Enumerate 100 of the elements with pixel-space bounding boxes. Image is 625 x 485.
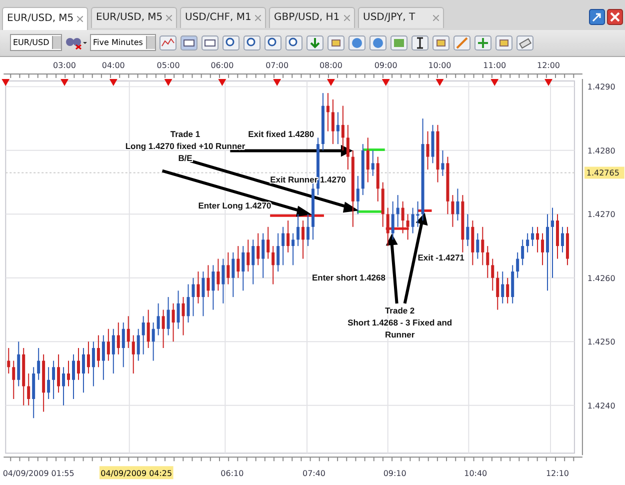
arrow [386, 234, 398, 304]
chart-tab[interactable]: USD/CHF, M1 [180, 6, 266, 28]
window-icon[interactable] [201, 34, 219, 51]
candlestick [37, 347, 40, 380]
candlestick [391, 200, 394, 240]
candlestick [536, 226, 540, 253]
candlestick [476, 232, 480, 260]
candlestick [146, 309, 150, 348]
chart-tab[interactable]: EUR/USD, M5 [2, 6, 88, 30]
symbol-dropdown[interactable]: EUR/USD [10, 34, 62, 52]
price-label: 1.4250 [587, 338, 616, 347]
candlestick [206, 264, 210, 298]
marker-icon [273, 78, 282, 86]
price-label: 1.4290 [587, 82, 616, 92]
exit-line [418, 209, 432, 212]
candlestick [266, 226, 270, 260]
candlestick [27, 372, 30, 406]
candlestick [212, 264, 215, 310]
candlestick [112, 328, 115, 374]
marker-icon [164, 78, 172, 86]
candlestick [341, 105, 344, 151]
candlestick [186, 284, 190, 323]
marker-icon [2, 78, 10, 86]
candlestick [122, 322, 125, 368]
eraser-icon[interactable] [516, 34, 534, 51]
candlestick [282, 226, 285, 266]
text-cursor-icon[interactable] [411, 34, 429, 51]
candlestick [441, 150, 444, 176]
restore-icon[interactable] [589, 9, 605, 25]
download-icon[interactable] [306, 34, 324, 51]
candlestick [132, 334, 135, 374]
candlestick [172, 302, 175, 342]
candlestick [256, 232, 260, 266]
candlestick [486, 245, 490, 278]
candlestick [236, 245, 240, 278]
annotation-text: Exit fixed 1.4280 [248, 128, 314, 139]
candlestick [142, 316, 145, 355]
pencil-icon[interactable] [453, 34, 471, 51]
current-price-tag: 1.42765 [584, 166, 624, 179]
candlestick [516, 252, 520, 278]
price-label: 1.4280 [587, 146, 616, 156]
candlestick [7, 347, 10, 374]
chart-tab[interactable]: USD/JPY, T [358, 6, 444, 28]
candlestick [166, 296, 170, 336]
candlestick [126, 316, 130, 348]
candlestick [152, 322, 155, 362]
marker-icon [60, 78, 68, 86]
marker-icon [436, 78, 444, 86]
candlestick [226, 252, 230, 285]
line-chart-icon[interactable] [159, 34, 177, 51]
candlestick [331, 98, 334, 144]
price-label: 1.4270 [587, 210, 616, 220]
candlestick [202, 270, 205, 317]
time-label: 09:10 [383, 469, 406, 478]
candlestick [451, 194, 454, 228]
marker-icon [109, 78, 118, 86]
candlestick [456, 188, 460, 221]
entry-line [270, 214, 324, 217]
marker-icon [218, 78, 226, 86]
close-icon[interactable] [607, 9, 623, 25]
chart-tab[interactable]: EUR/USD, M5 [91, 6, 177, 28]
candlestick [57, 354, 60, 394]
timeframe-dropdown[interactable]: Five Minutes [90, 34, 156, 52]
candlestick [72, 354, 75, 400]
time-label: 12:10 [546, 469, 569, 478]
ref-line-label: 1.42765 [586, 168, 620, 178]
time-label: 08:00 [319, 60, 342, 70]
candlestick [541, 232, 544, 266]
candlestick [67, 360, 70, 387]
candlestick [96, 334, 100, 368]
candlestick [531, 226, 534, 246]
candlestick [356, 175, 360, 215]
annotation-text: Exit -1.4271 [418, 252, 464, 262]
candlestick [276, 232, 280, 272]
candlestick [196, 270, 200, 304]
candlestick [62, 366, 66, 406]
time-label: 03:00 [53, 60, 76, 70]
candlestick [136, 328, 140, 362]
time-label: 06:10 [220, 469, 244, 478]
chart-tab[interactable]: GBP/USD, H1 [269, 6, 355, 28]
candlestick [92, 341, 95, 387]
candlestick [242, 245, 245, 292]
marker-icon [544, 78, 552, 86]
candlestick [496, 270, 500, 310]
price-label: 1.4240 [587, 401, 616, 410]
candlestick [426, 130, 430, 170]
time-label: 10:00 [428, 60, 452, 70]
candlestick [396, 194, 400, 228]
time-label: 06:00 [210, 60, 234, 70]
time-label: 07:40 [302, 469, 326, 478]
time-label: 07:00 [266, 60, 289, 70]
entry-line [386, 227, 409, 230]
time-label: 09:00 [374, 60, 398, 70]
glasses-icon[interactable] [65, 36, 87, 50]
candlestick [262, 232, 265, 278]
marker-icon [326, 78, 335, 86]
window-icon[interactable] [180, 34, 198, 51]
candlestick [386, 207, 390, 246]
candlestick [216, 258, 220, 292]
candlestick [560, 226, 564, 253]
